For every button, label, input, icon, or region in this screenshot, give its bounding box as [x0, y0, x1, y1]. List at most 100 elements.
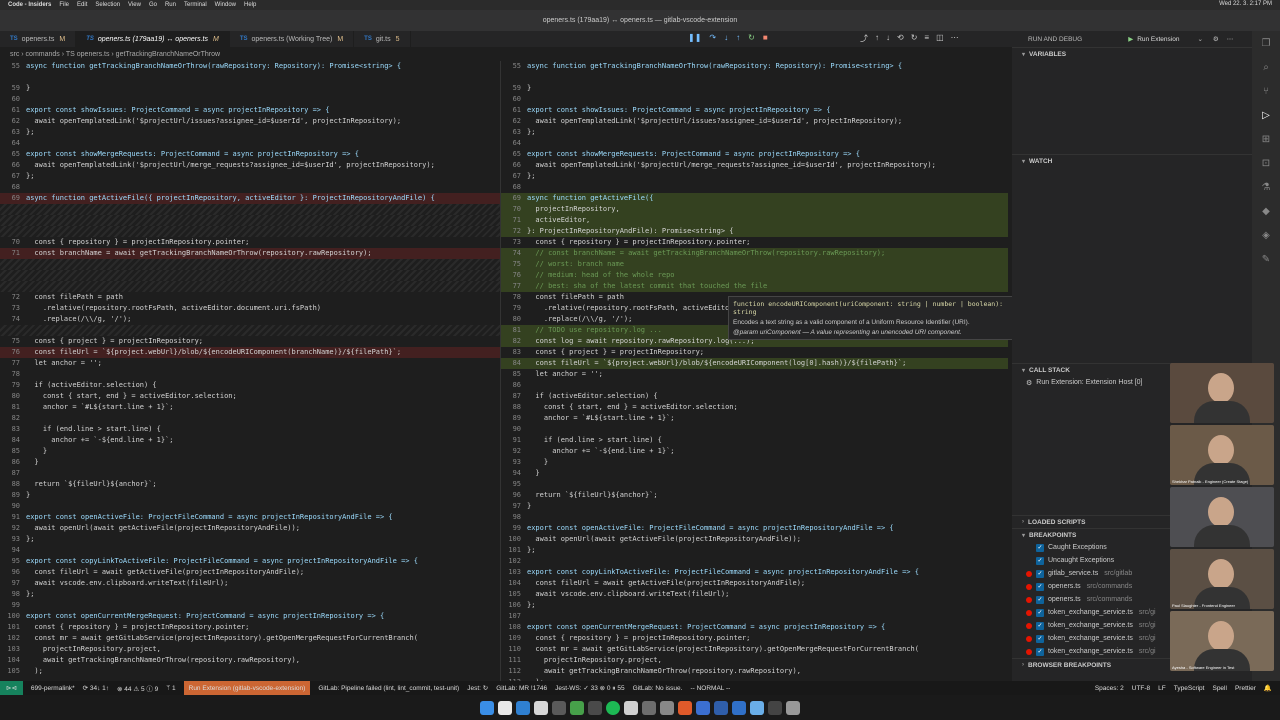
code-line[interactable]: 104 await getTrackingBranchNameOrThrow(r… — [0, 655, 500, 666]
encoding-status[interactable]: UTF-8 — [1132, 685, 1150, 692]
folder-icon[interactable] — [750, 700, 764, 715]
code-line[interactable]: 66 await openTemplatedLink('$projectUrl/… — [501, 160, 1008, 171]
code-line[interactable]: 74 // const branchName = await getTracki… — [501, 248, 1008, 259]
app-icon[interactable] — [714, 700, 728, 715]
app-icon[interactable] — [498, 700, 512, 715]
code-line[interactable]: 112 await getTrackingBranchNameOrThrow(r… — [501, 666, 1008, 677]
code-line[interactable]: 84 anchor += `-${end.line + 1}`; — [0, 435, 500, 446]
code-line[interactable]: 96 return `${fileUrl}${anchor}`; — [501, 490, 1008, 501]
code-line[interactable]: 105 ); — [0, 666, 500, 677]
debug-status[interactable]: Run Extension (gitlab-vscode-extension) — [183, 681, 311, 695]
checkbox-icon[interactable]: ✓ — [1036, 647, 1044, 656]
code-line[interactable]: 94 } — [501, 468, 1008, 479]
code-line[interactable]: 65 export const showMergeRequests: Projec… — [501, 149, 1008, 160]
code-line[interactable]: 68 — [501, 182, 1008, 193]
menu-window[interactable]: Window — [215, 2, 236, 8]
code-line[interactable]: 108 export const openCurrentMergeRequest:… — [501, 622, 1008, 633]
spotify-icon[interactable] — [606, 700, 620, 715]
code-line[interactable]: 88 const { start, end } = activeEditor.s… — [501, 402, 1008, 413]
code-line[interactable]: 102 const mr = await getGitLabService(pr… — [0, 633, 500, 644]
code-line[interactable]: 104 const fileUrl = await getActiveFile(… — [501, 578, 1008, 589]
remote-indicator[interactable]: ⊳⊲ — [0, 681, 23, 695]
code-line[interactable]: 73 .relative(repository.rootFsPath, acti… — [0, 303, 500, 314]
code-line[interactable]: 69 async function getActiveFile({ — [501, 193, 1008, 204]
code-line[interactable]: 70 projectInRepository, — [501, 204, 1008, 215]
code-line[interactable]: 92 anchor += `-${end.line + 1}`; — [501, 446, 1008, 457]
breadcrumb[interactable]: src › commands › TS openers.ts › getTrac… — [0, 47, 1012, 61]
tab-openers[interactable]: TS openers.ts M — [0, 31, 77, 47]
code-line[interactable] — [0, 281, 500, 292]
code-line[interactable]: 101 const { repository } = projectInRepo… — [0, 622, 500, 633]
sync-status[interactable]: ⟳ 34↓ 1↑ — [83, 684, 109, 692]
code-line[interactable]: 76 // medium: head of the whole repo — [501, 270, 1008, 281]
app-icon[interactable] — [768, 700, 782, 715]
code-line[interactable]: 74 .replace(/\\/g, '/'); — [0, 314, 500, 325]
code-line[interactable]: 99 export const openActiveFile: ProjectFi… — [501, 523, 1008, 534]
app-icon[interactable] — [642, 700, 656, 715]
app-icon[interactable] — [624, 700, 638, 715]
code-line[interactable]: 59} — [0, 83, 500, 94]
explorer-icon[interactable]: ❐ — [1252, 31, 1280, 55]
code-line[interactable]: 100 await openUrl(await getActiveFile(pr… — [501, 534, 1008, 545]
testing-icon[interactable]: ⚗ — [1252, 175, 1280, 199]
code-line[interactable]: 64 — [501, 138, 1008, 149]
app-icon[interactable] — [732, 700, 746, 715]
code-line[interactable]: 99 — [0, 600, 500, 611]
code-line[interactable] — [0, 259, 500, 270]
menu-file[interactable]: File — [59, 2, 69, 8]
spell-status[interactable]: Spell — [1212, 685, 1226, 692]
code-line[interactable]: 97} — [501, 501, 1008, 512]
pipeline-status[interactable]: GitLab: Pipeline failed (lint, lint_comm… — [318, 685, 459, 692]
app-icon[interactable] — [696, 700, 710, 715]
code-line[interactable]: 67}; — [501, 171, 1008, 182]
code-line[interactable]: 103 projectInRepository.project, — [0, 644, 500, 655]
language-status[interactable]: TypeScript — [1174, 685, 1205, 692]
step-into-icon[interactable]: ↓ — [724, 33, 728, 42]
code-line[interactable]: 68 — [0, 182, 500, 193]
app-icon[interactable] — [588, 700, 602, 715]
next-change-icon[interactable]: ↓ — [886, 33, 890, 44]
code-line[interactable]: 72 const filePath = path — [0, 292, 500, 303]
app-icon[interactable] — [552, 700, 566, 715]
code-line[interactable]: 101}; — [501, 545, 1008, 556]
code-line[interactable]: 61 export const showIssues: ProjectComman… — [0, 105, 500, 116]
code-line[interactable]: 71 activeEditor, — [501, 215, 1008, 226]
menu-go[interactable]: Go — [149, 2, 157, 8]
code-line[interactable]: 105 await vscode.env.clipboard.writeText… — [501, 589, 1008, 600]
code-line[interactable]: 63}; — [0, 127, 500, 138]
code-line[interactable] — [0, 72, 500, 83]
jest-status[interactable]: Jest: ↻ — [467, 684, 488, 692]
code-line[interactable]: 64 — [0, 138, 500, 149]
open-file-icon[interactable]: ⤴ — [860, 33, 868, 44]
checkbox-icon[interactable]: ✓ — [1036, 621, 1044, 630]
checkbox-icon[interactable]: ✓ — [1036, 608, 1044, 617]
code-line[interactable]: 98}; — [0, 589, 500, 600]
vscode-icon[interactable] — [516, 700, 530, 715]
code-line[interactable]: 88 return `${fileUrl}${anchor}`; — [0, 479, 500, 490]
code-line[interactable]: 109 const { repository } = projectInRepo… — [501, 633, 1008, 644]
step-out-icon[interactable]: ↑ — [736, 33, 740, 42]
code-line[interactable]: 107 — [501, 611, 1008, 622]
stage-icon[interactable]: ↻ — [911, 33, 918, 44]
branch-status[interactable]: 699-permalink* — [31, 685, 75, 692]
code-line[interactable]: 75 const { project } = projectInReposito… — [0, 336, 500, 347]
code-line[interactable]: 73 const { repository } = projectInRepos… — [501, 237, 1008, 248]
code-line[interactable]: 95 — [501, 479, 1008, 490]
tab-openers-working-tree[interactable]: TS openers.ts (Working Tree) M — [230, 31, 355, 47]
menu-run[interactable]: Run — [165, 2, 176, 8]
run-debug-icon[interactable]: ▷ — [1252, 103, 1280, 127]
docker-icon[interactable]: ◈ — [1252, 223, 1280, 247]
code-line[interactable]: 78 — [0, 369, 500, 380]
code-line[interactable]: 96 const fileUrl = await getActiveFile(p… — [0, 567, 500, 578]
menu-terminal[interactable]: Terminal — [184, 2, 207, 8]
code-line[interactable]: 92 await openUrl(await getActiveFile(pro… — [0, 523, 500, 534]
code-line[interactable]: 102 — [501, 556, 1008, 567]
code-line[interactable] — [0, 204, 500, 215]
remote-icon[interactable]: ⊡ — [1252, 151, 1280, 175]
notifications-icon[interactable]: 🔔 — [1264, 684, 1272, 692]
code-line[interactable]: 82 — [0, 413, 500, 424]
code-line[interactable]: 66 await openTemplatedLink('$projectUrl/… — [0, 160, 500, 171]
search-icon[interactable]: ⌕ — [1252, 55, 1280, 79]
code-line[interactable]: 70 const { repository } = projectInRepos… — [0, 237, 500, 248]
chevron-down-icon[interactable]: ⌄ — [1197, 35, 1202, 43]
